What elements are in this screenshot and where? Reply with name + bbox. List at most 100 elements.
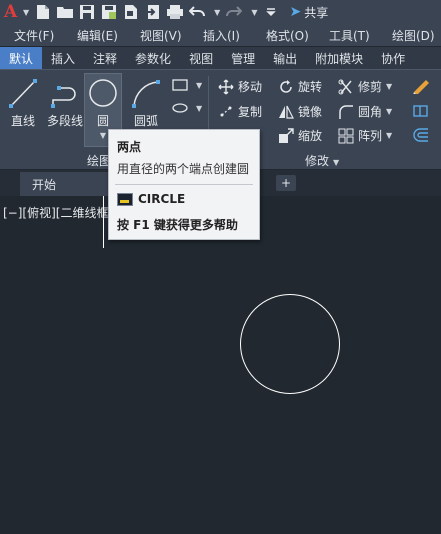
open-sheetset-icon[interactable]: [123, 4, 139, 20]
new-file-icon[interactable]: [35, 4, 51, 20]
share-label: 共享: [304, 5, 329, 20]
tooltip-help: 按 F1 键获得更多帮助: [117, 218, 238, 232]
mirror-label: 镜像: [298, 105, 323, 119]
move-label: 移动: [238, 80, 263, 94]
redo-icon[interactable]: [226, 4, 243, 20]
rotate-icon: [280, 79, 292, 93]
fillet-icon: [339, 104, 353, 119]
crosshair-cursor: [103, 196, 104, 248]
trim-button[interactable]: 修剪 ▼: [338, 78, 392, 95]
save-icon[interactable]: [79, 4, 95, 20]
tab-parametric[interactable]: 参数化: [126, 47, 180, 69]
menu-bar: 文件(F) 编辑(E) 视图(V) 插入(I) 格式(O) 工具(T) 绘图(D…: [0, 24, 441, 46]
tab-view[interactable]: 视图: [180, 47, 222, 69]
arc-icon: [132, 80, 160, 108]
tooltip-title: 两点: [117, 140, 142, 154]
ellipse-chevron-icon[interactable]: ▼: [196, 104, 202, 113]
move-icon: [218, 79, 234, 94]
menu-format[interactable]: 格式(O): [252, 27, 315, 44]
trim-chevron-icon[interactable]: ▼: [386, 82, 392, 91]
array-chevron-icon[interactable]: ▼: [386, 131, 392, 140]
menu-view[interactable]: 视图(V): [126, 27, 189, 44]
menu-tools[interactable]: 工具(T): [315, 27, 378, 44]
copy-icon: [220, 106, 232, 116]
redo-chevron-icon[interactable]: ▼: [251, 8, 257, 17]
erase-button[interactable]: [412, 78, 434, 94]
line-icon: [9, 79, 37, 108]
scale-button[interactable]: 缩放: [278, 127, 322, 144]
modify-panel-label: 修改: [305, 154, 330, 168]
explode-button[interactable]: [412, 103, 434, 119]
scale-icon: [279, 127, 294, 143]
rotate-label: 旋转: [298, 80, 323, 94]
undo-chevron-icon[interactable]: ▼: [214, 8, 220, 17]
tab-annotate[interactable]: 注释: [84, 47, 126, 69]
circle-chevron-icon[interactable]: ▼: [100, 131, 106, 140]
line-button[interactable]: 直线: [6, 76, 40, 129]
arc-button[interactable]: 圆弧: [128, 76, 164, 129]
explode-icon: [413, 105, 428, 117]
undo-icon[interactable]: [189, 4, 206, 20]
tooltip-divider: [115, 184, 253, 185]
rotate-button[interactable]: 旋转: [278, 78, 322, 95]
menu-draw[interactable]: 绘图(D): [378, 27, 441, 44]
tab-collaborate[interactable]: 协作: [372, 47, 414, 69]
fillet-label: 圆角: [358, 105, 383, 119]
start-tab-label: 开始: [32, 177, 57, 192]
modify-panel-title[interactable]: 修改 ▼: [305, 152, 339, 169]
rectangle-chevron-icon[interactable]: ▼: [196, 81, 202, 90]
copy-button[interactable]: 复制: [218, 103, 262, 120]
ellipse-icon: [172, 103, 188, 113]
viewport-controls[interactable]: [−][俯视][二维线框]: [3, 204, 113, 221]
save-as-icon[interactable]: [101, 4, 117, 20]
eraser-icon: [413, 80, 429, 94]
tooltip: 两点 用直径的两个端点创建圆 CIRCLE 按 F1 键获得更多帮助: [108, 129, 260, 240]
rectangle-button[interactable]: ▼: [172, 79, 202, 91]
command-line-icon: [117, 192, 133, 206]
trim-label: 修剪: [358, 80, 383, 94]
mirror-button[interactable]: 镜像: [278, 103, 322, 120]
tab-insert[interactable]: 插入: [42, 47, 84, 69]
offset-icon: [413, 128, 428, 142]
polyline-label: 多段线: [46, 114, 83, 128]
trim-icon: [338, 79, 352, 94]
plot-icon[interactable]: [167, 4, 184, 20]
array-button[interactable]: 阵列 ▼: [338, 127, 392, 144]
polyline-icon: [51, 86, 76, 108]
polyline-button[interactable]: 多段线: [44, 76, 86, 129]
mirror-icon: [279, 105, 294, 119]
circle-label: 圆: [96, 114, 109, 128]
app-logo[interactable]: A: [4, 2, 20, 22]
menu-file[interactable]: 文件(F): [0, 27, 63, 44]
share-button[interactable]: ➤ 共享: [289, 4, 328, 21]
new-tab-button[interactable]: +: [276, 175, 296, 191]
menu-edit[interactable]: 编辑(E): [63, 27, 126, 44]
tab-manage[interactable]: 管理: [222, 47, 264, 69]
tooltip-description: 用直径的两个端点创建圆: [117, 162, 250, 176]
line-label: 直线: [10, 114, 35, 128]
customize-icon[interactable]: [263, 4, 279, 20]
drawing-canvas[interactable]: [−][俯视][二维线框]: [0, 196, 441, 534]
open-folder-icon[interactable]: [57, 4, 74, 20]
fillet-chevron-icon[interactable]: ▼: [386, 107, 392, 116]
tooltip-command: CIRCLE: [117, 192, 185, 206]
array-label: 阵列: [358, 129, 383, 143]
arc-label: 圆弧: [133, 114, 158, 128]
ellipse-button[interactable]: ▼: [172, 102, 202, 114]
tab-addins[interactable]: 附加模块: [306, 47, 372, 69]
app-menu-chevron-icon[interactable]: ▼: [23, 8, 29, 17]
tab-output[interactable]: 输出: [264, 47, 306, 69]
paper-plane-icon: ➤: [289, 4, 302, 20]
offset-button[interactable]: [412, 127, 434, 143]
tooltip-command-name: CIRCLE: [138, 192, 186, 206]
fillet-button[interactable]: 圆角 ▼: [338, 103, 392, 120]
rectangle-icon: [172, 79, 188, 91]
ribbon-tabs: 默认 插入 注释 参数化 视图 管理 输出 附加模块 协作: [0, 47, 441, 69]
move-button[interactable]: 移动: [218, 78, 262, 95]
circle-entity[interactable]: [240, 294, 340, 394]
copy-label: 复制: [238, 105, 263, 119]
quick-access-toolbar: A ▼ ▼ ▼ ➤ 共享: [0, 0, 441, 24]
menu-insert[interactable]: 插入(I): [189, 27, 252, 44]
tab-default[interactable]: 默认: [0, 47, 43, 69]
publish-icon[interactable]: [145, 4, 161, 20]
